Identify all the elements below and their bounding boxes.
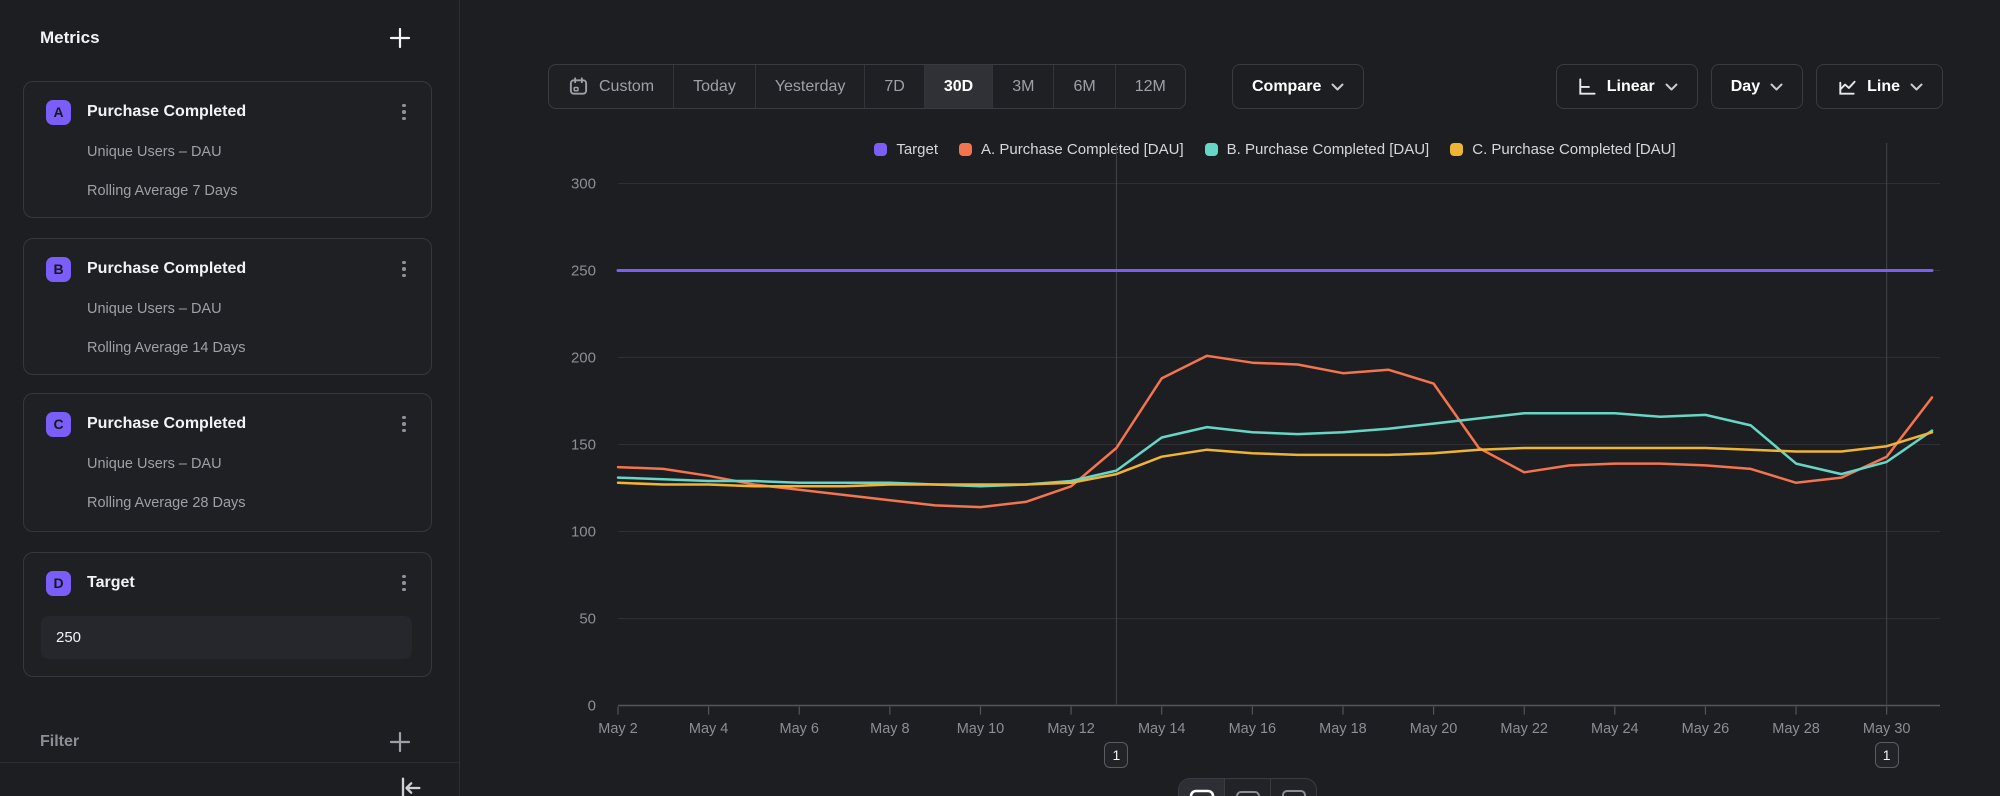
metric-badge: A [46,100,71,125]
y-axis-label: 50 [579,611,596,628]
add-metric-button[interactable] [387,25,413,51]
metric-badge: D [46,571,71,596]
y-axis-label: 200 [571,350,596,367]
view-toggle-table[interactable] [1270,779,1316,796]
add-filter-button[interactable] [387,729,413,755]
y-axis-label: 100 [571,524,596,541]
collapse-left-icon [396,774,424,796]
filter-title: Filter [40,733,79,751]
metric-rolling-average[interactable]: Rolling Average 7 Days [87,183,237,199]
metric-card-c[interactable]: C Purchase Completed Unique Users – DAU … [23,393,432,532]
x-axis-label: May 26 [1682,721,1730,737]
kebab-menu-icon[interactable] [393,412,415,436]
x-axis-label: May 10 [957,721,1005,737]
x-axis-label: May 30 [1863,721,1911,737]
metrics-header: Metrics [40,22,413,54]
x-axis-label: May 24 [1591,721,1639,737]
metric-badge: C [46,412,71,437]
view-toggle-bar [1178,778,1317,796]
kebab-menu-icon[interactable] [393,571,415,595]
x-axis-label: May 16 [1229,721,1277,737]
collapse-sidebar-button[interactable] [396,774,424,796]
x-axis-label: May 22 [1500,721,1548,737]
y-axis-label: 300 [571,176,596,193]
annotation-badge[interactable]: 1 [1875,742,1899,768]
plus-icon [388,730,412,754]
metrics-sidebar: Metrics A Purchase Completed Unique User… [0,0,460,796]
view-toggle-summary[interactable] [1224,779,1270,796]
series-line-a [618,356,1932,507]
chart-canvas: 0 50 100 150 200 250 300 May 2 May 4 May 6 May 8 Ma… [460,0,2000,796]
kebab-menu-icon[interactable] [393,100,415,124]
chart-view-icon [1189,789,1215,796]
x-axis-label: May 20 [1410,721,1458,737]
metric-badge: B [46,257,71,282]
metric-card-head: C Purchase Completed [46,411,415,437]
view-toggle-line-chart[interactable] [1179,779,1224,796]
target-card-head: D Target [46,570,415,596]
annotation-badge[interactable]: 1 [1104,742,1128,768]
table-view-icon [1281,789,1307,796]
metrics-title: Metrics [40,28,100,48]
x-axis-label: May 18 [1319,721,1367,737]
metric-rolling-average[interactable]: Rolling Average 28 Days [87,495,246,511]
metric-card-head: B Purchase Completed [46,256,415,282]
metric-card-a[interactable]: A Purchase Completed Unique Users – DAU … [23,81,432,218]
x-axis-label: May 2 [598,721,638,737]
metric-title: Purchase Completed [87,260,246,278]
x-axis-label: May 6 [779,721,819,737]
metric-measurement[interactable]: Unique Users – DAU [87,301,222,317]
y-axis-label: 150 [571,437,596,454]
x-axis-label: May 12 [1047,721,1095,737]
metric-measurement[interactable]: Unique Users – DAU [87,144,222,160]
chart-panel: CustomTodayYesterday7D30D3M6M12M Compare… [460,0,2000,796]
target-card[interactable]: D Target [23,552,432,677]
metric-rolling-average[interactable]: Rolling Average 14 Days [87,340,246,356]
y-axis-label: 250 [571,263,596,280]
x-axis-label: May 28 [1772,721,1820,737]
series-line-c [618,432,1932,486]
x-axis-label: May 4 [689,721,729,737]
target-value-input[interactable] [41,616,412,659]
y-axis-label: 0 [588,698,596,715]
kebab-menu-icon[interactable] [393,257,415,281]
metric-title: Purchase Completed [87,103,246,121]
summary-view-icon [1235,789,1261,796]
metric-title: Purchase Completed [87,415,246,433]
filter-section: Filter [40,726,413,758]
metric-card-b[interactable]: B Purchase Completed Unique Users – DAU … [23,238,432,375]
target-title: Target [87,574,135,592]
plus-icon [388,26,412,50]
x-axis-label: May 14 [1138,721,1186,737]
x-axis-label: May 8 [870,721,910,737]
metric-measurement[interactable]: Unique Users – DAU [87,456,222,472]
metric-card-head: A Purchase Completed [46,99,415,125]
sidebar-divider [0,762,459,763]
